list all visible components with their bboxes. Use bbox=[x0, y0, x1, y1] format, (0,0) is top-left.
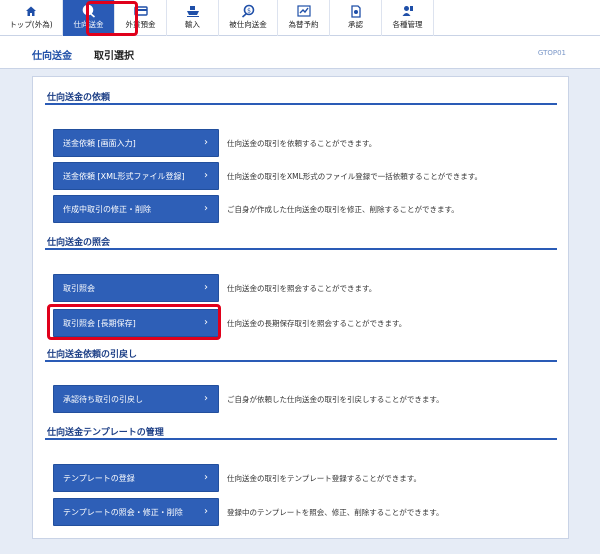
button-label: テンプレートの照会・修正・削除 bbox=[63, 507, 183, 517]
button-label: 取引照会 bbox=[63, 283, 95, 293]
menu-description: 仕向送金の取引を依頼することができます。 bbox=[227, 138, 377, 148]
section-inquiry: 仕向送金の照会 bbox=[45, 237, 557, 250]
nav-label: トップ(外為) bbox=[9, 20, 53, 29]
nav-label: 各種管理 bbox=[392, 20, 423, 29]
transaction-inquiry-long-term-button[interactable]: 取引照会 [長期保存] › bbox=[53, 309, 219, 337]
menu-row: 送金依頼 [XML形式ファイル登録] › 仕向送金の取引をXML形式のファイル登… bbox=[53, 162, 553, 190]
screen-code: GTOP01 bbox=[537, 49, 566, 57]
nav-item-top[interactable]: トップ(外為) bbox=[0, 0, 63, 36]
home-icon bbox=[24, 4, 38, 18]
svg-text:$: $ bbox=[86, 7, 90, 14]
top-nav: トップ(外為) $ 仕向送金 外貨預金 輸入 $ 被仕向送金 為替予約 承認 各… bbox=[0, 0, 600, 36]
menu-row: 承認待ち取引の引戻し › ご自身が依頼した仕向送金の取引を引戻しすることができま… bbox=[53, 385, 553, 413]
recall-pending-button[interactable]: 承認待ち取引の引戻し › bbox=[53, 385, 219, 413]
template-edit-delete-button[interactable]: テンプレートの照会・修正・削除 › bbox=[53, 498, 219, 526]
button-label: 送金依頼 [XML形式ファイル登録] bbox=[63, 171, 185, 181]
chevron-right-icon: › bbox=[204, 203, 208, 214]
nav-label: 被仕向送金 bbox=[229, 20, 267, 29]
chevron-right-icon: › bbox=[204, 472, 208, 483]
button-label: テンプレートの登録 bbox=[63, 473, 135, 483]
chevron-right-icon: › bbox=[204, 317, 208, 328]
chevron-right-icon: › bbox=[204, 170, 208, 181]
approve-icon bbox=[349, 4, 363, 18]
section-title: 仕向送金の照会 bbox=[45, 237, 557, 250]
button-label: 取引照会 [長期保存] bbox=[63, 318, 136, 328]
chevron-right-icon: › bbox=[204, 506, 208, 517]
menu-description: 仕向送金の取引をXML形式のファイル登録で一括依頼することができます。 bbox=[227, 171, 483, 181]
chevron-right-icon: › bbox=[204, 393, 208, 404]
nav-label: 為替予約 bbox=[288, 20, 319, 29]
transaction-inquiry-button[interactable]: 取引照会 › bbox=[53, 274, 219, 302]
section-template: 仕向送金テンプレートの管理 bbox=[45, 427, 557, 440]
send-money-icon: $ bbox=[82, 4, 96, 18]
page-header: 仕向送金 取引選択 GTOP01 bbox=[0, 36, 600, 69]
main-panel: 仕向送金の依頼 送金依頼 [画面入力] › 仕向送金の取引を依頼することができま… bbox=[32, 76, 569, 539]
nav-item-approve[interactable]: 承認 bbox=[330, 0, 382, 36]
menu-description: 仕向送金の取引をテンプレート登録することができます。 bbox=[227, 473, 422, 483]
nav-item-receive-money[interactable]: $ 被仕向送金 bbox=[219, 0, 278, 36]
send-request-screen-input-button[interactable]: 送金依頼 [画面入力] › bbox=[53, 129, 219, 157]
nav-label: 輸入 bbox=[185, 20, 200, 29]
template-register-button[interactable]: テンプレートの登録 › bbox=[53, 464, 219, 492]
exchange-icon bbox=[296, 4, 311, 18]
menu-row: 取引照会 [長期保存] › 仕向送金の長期保存取引を照会することができます。 bbox=[53, 309, 553, 337]
nav-label: 外貨預金 bbox=[125, 20, 156, 29]
menu-row: 作成中取引の修正・削除 › ご自身が作成した仕向送金の取引を修正、削除することが… bbox=[53, 195, 553, 223]
menu-description: ご自身が作成した仕向送金の取引を修正、削除することができます。 bbox=[227, 204, 459, 214]
nav-item-send-money[interactable]: $ 仕向送金 bbox=[63, 0, 115, 36]
page-subtitle: 取引選択 bbox=[94, 51, 134, 62]
page-title: 仕向送金 bbox=[32, 51, 72, 62]
chevron-right-icon: › bbox=[204, 282, 208, 293]
edit-delete-draft-button[interactable]: 作成中取引の修正・削除 › bbox=[53, 195, 219, 223]
receive-money-icon: $ bbox=[241, 4, 255, 18]
button-label: 承認待ち取引の引戻し bbox=[63, 394, 143, 404]
deposit-icon bbox=[133, 4, 148, 18]
button-label: 作成中取引の修正・削除 bbox=[63, 204, 151, 214]
svg-text:$: $ bbox=[247, 7, 251, 14]
menu-row: テンプレートの登録 › 仕向送金の取引をテンプレート登録することができます。 bbox=[53, 464, 553, 492]
section-title: 仕向送金の依頼 bbox=[45, 92, 557, 105]
section-title: 仕向送金依頼の引戻し bbox=[45, 349, 557, 362]
menu-description: 登録中のテンプレートを照会、修正、削除することができます。 bbox=[227, 507, 444, 517]
import-ship-icon bbox=[186, 4, 200, 18]
nav-item-admin[interactable]: 各種管理 bbox=[382, 0, 434, 36]
nav-item-exchange[interactable]: 為替予約 bbox=[278, 0, 330, 36]
menu-description: 仕向送金の取引を照会することができます。 bbox=[227, 283, 377, 293]
section-recall: 仕向送金依頼の引戻し bbox=[45, 349, 557, 362]
nav-item-deposit[interactable]: 外貨預金 bbox=[115, 0, 167, 36]
nav-label: 承認 bbox=[348, 20, 363, 29]
section-title: 仕向送金テンプレートの管理 bbox=[45, 427, 557, 440]
button-label: 送金依頼 [画面入力] bbox=[63, 138, 136, 148]
menu-description: 仕向送金の長期保存取引を照会することができます。 bbox=[227, 318, 407, 328]
chevron-right-icon: › bbox=[204, 137, 208, 148]
menu-row: 送金依頼 [画面入力] › 仕向送金の取引を依頼することができます。 bbox=[53, 129, 553, 157]
send-request-xml-file-button[interactable]: 送金依頼 [XML形式ファイル登録] › bbox=[53, 162, 219, 190]
menu-description: ご自身が依頼した仕向送金の取引を引戻しすることができます。 bbox=[227, 394, 444, 404]
nav-item-import[interactable]: 輸入 bbox=[167, 0, 219, 36]
admin-icon bbox=[401, 4, 415, 18]
nav-label: 仕向送金 bbox=[73, 20, 104, 29]
section-request: 仕向送金の依頼 bbox=[45, 92, 557, 105]
menu-row: 取引照会 › 仕向送金の取引を照会することができます。 bbox=[53, 274, 553, 302]
menu-row: テンプレートの照会・修正・削除 › 登録中のテンプレートを照会、修正、削除するこ… bbox=[53, 498, 553, 526]
